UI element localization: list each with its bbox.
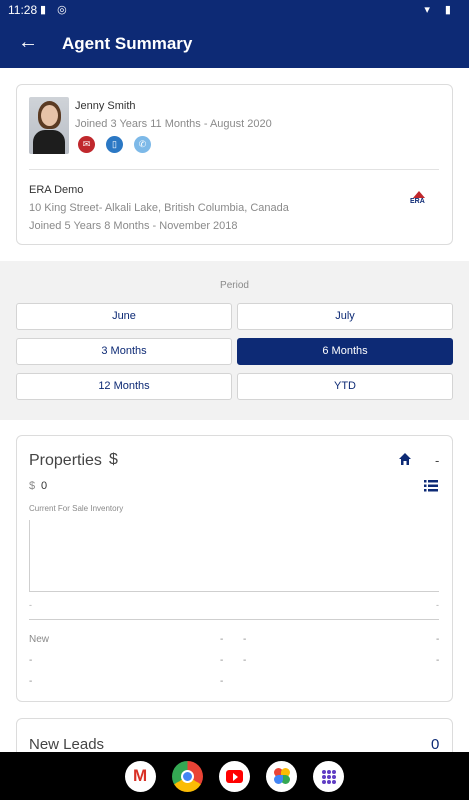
office-address: 10 King Street- Alkali Lake, British Col… (29, 202, 289, 214)
period-6-months-button[interactable]: 6 Months (237, 338, 453, 365)
app-drawer-icon[interactable] (313, 761, 344, 792)
agent-photo (29, 97, 69, 154)
chrome-icon[interactable] (172, 761, 203, 792)
row-label: - (29, 676, 33, 687)
new-leads-title: New Leads (29, 736, 105, 752)
app-bar: ← Agent Summary (0, 20, 469, 68)
row-label: - (29, 655, 33, 666)
row-label: New (29, 634, 50, 645)
properties-amount: 0 (41, 480, 48, 492)
period-label: Period (220, 280, 249, 291)
row-cell: - (436, 655, 440, 666)
period-june-button[interactable]: June (16, 303, 232, 330)
inventory-label: Current For Sale Inventory (29, 504, 124, 513)
properties-currency: $ (109, 451, 118, 468)
mobile-icon[interactable]: ▯ (106, 136, 123, 153)
inventory-chart (29, 520, 439, 592)
page-title: Agent Summary (62, 34, 193, 53)
back-arrow-icon[interactable]: ← (18, 31, 38, 54)
row-cell: - (436, 634, 440, 645)
properties-divider (29, 619, 439, 620)
notification-icons: ▮ ◎ (40, 4, 71, 16)
photos-icon[interactable] (266, 761, 297, 792)
period-12-months-button[interactable]: 12 Months (16, 373, 232, 400)
amount-currency: $ (29, 480, 36, 492)
row-cell: - (243, 634, 247, 645)
office-name: ERA Demo (29, 184, 84, 196)
status-time: 11:28 (8, 3, 38, 17)
agent-joined-date: Joined 3 Years 11 Months - August 2020 (75, 118, 272, 130)
axis-end-label: - (436, 600, 439, 610)
period-selector: Period June July 3 Months 6 Months 12 Mo… (0, 261, 469, 420)
card-divider (29, 169, 439, 170)
status-bar: 11:28 ▮ ◎ ▾ ▮ (0, 0, 469, 20)
row-cell: - (220, 634, 224, 645)
office-joined-date: Joined 5 Years 8 Months - November 2018 (29, 220, 238, 232)
period-july-button[interactable]: July (237, 303, 453, 330)
email-icon[interactable]: ✉ (78, 136, 95, 153)
row-cell: - (220, 676, 224, 687)
axis-start-label: - (29, 600, 32, 610)
row-cell: - (220, 655, 224, 666)
period-3-months-button[interactable]: 3 Months (16, 338, 232, 365)
properties-title: Properties (29, 452, 102, 469)
agent-name: Jenny Smith (75, 100, 136, 112)
properties-card: Properties $ - $ 0 Current For Sale Inve… (16, 435, 453, 702)
list-icon[interactable] (424, 480, 438, 492)
home-value: - (435, 453, 440, 468)
app-dock: M (0, 752, 469, 800)
youtube-icon[interactable] (219, 761, 250, 792)
row-cell: - (243, 655, 247, 666)
period-ytd-button[interactable]: YTD (237, 373, 453, 400)
phone-icon[interactable]: ✆ (134, 136, 151, 153)
new-leads-value: 0 (431, 736, 440, 752)
main-content[interactable]: Jenny Smith Joined 3 Years 11 Months - A… (0, 68, 469, 752)
agent-card: Jenny Smith Joined 3 Years 11 Months - A… (16, 84, 453, 245)
gmail-icon[interactable]: M (125, 761, 156, 792)
era-logo: ERA (409, 191, 429, 207)
home-icon[interactable] (398, 452, 412, 466)
new-leads-card[interactable]: New Leads 0 (16, 718, 453, 752)
system-icons: ▾ ▮ (424, 4, 457, 16)
